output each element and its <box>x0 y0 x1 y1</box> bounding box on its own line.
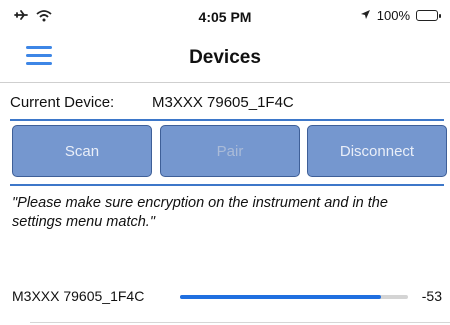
battery-icon <box>416 10 441 21</box>
page-title: Devices <box>189 47 261 68</box>
nav-bar: Devices <box>0 40 450 78</box>
nav-divider <box>0 82 450 83</box>
pair-button[interactable]: Pair <box>160 125 300 177</box>
current-device-value: M3XXX 79605_1F4C <box>152 94 294 111</box>
button-row: Scan Pair Disconnect <box>12 125 447 177</box>
current-device: Current Device: M3XXX 79605_1F4C <box>10 94 294 111</box>
disconnect-button[interactable]: Disconnect <box>307 125 447 177</box>
list-item[interactable]: M3XXX 79605_1F4C -53 <box>0 285 450 309</box>
location-arrow-icon <box>360 8 371 23</box>
signal-strength-bar <box>180 295 408 299</box>
status-bar: 4:05 PM 100% <box>0 0 450 34</box>
device-name: M3XXX 79605_1F4C <box>12 288 145 304</box>
encryption-message: "Please make sure encryption on the inst… <box>12 195 388 230</box>
status-right: 100% <box>360 8 441 23</box>
divider <box>10 119 444 121</box>
list-divider <box>30 322 450 323</box>
divider <box>10 184 444 186</box>
battery-percentage: 100% <box>376 8 410 23</box>
rssi-value: -53 <box>421 288 442 304</box>
scan-button[interactable]: Scan <box>12 125 152 177</box>
current-device-label: Current Device: <box>10 94 115 111</box>
signal-strength-fill <box>180 295 381 299</box>
devices-screen: 4:05 PM 100% Devices Current Device: M3XX… <box>0 0 450 325</box>
